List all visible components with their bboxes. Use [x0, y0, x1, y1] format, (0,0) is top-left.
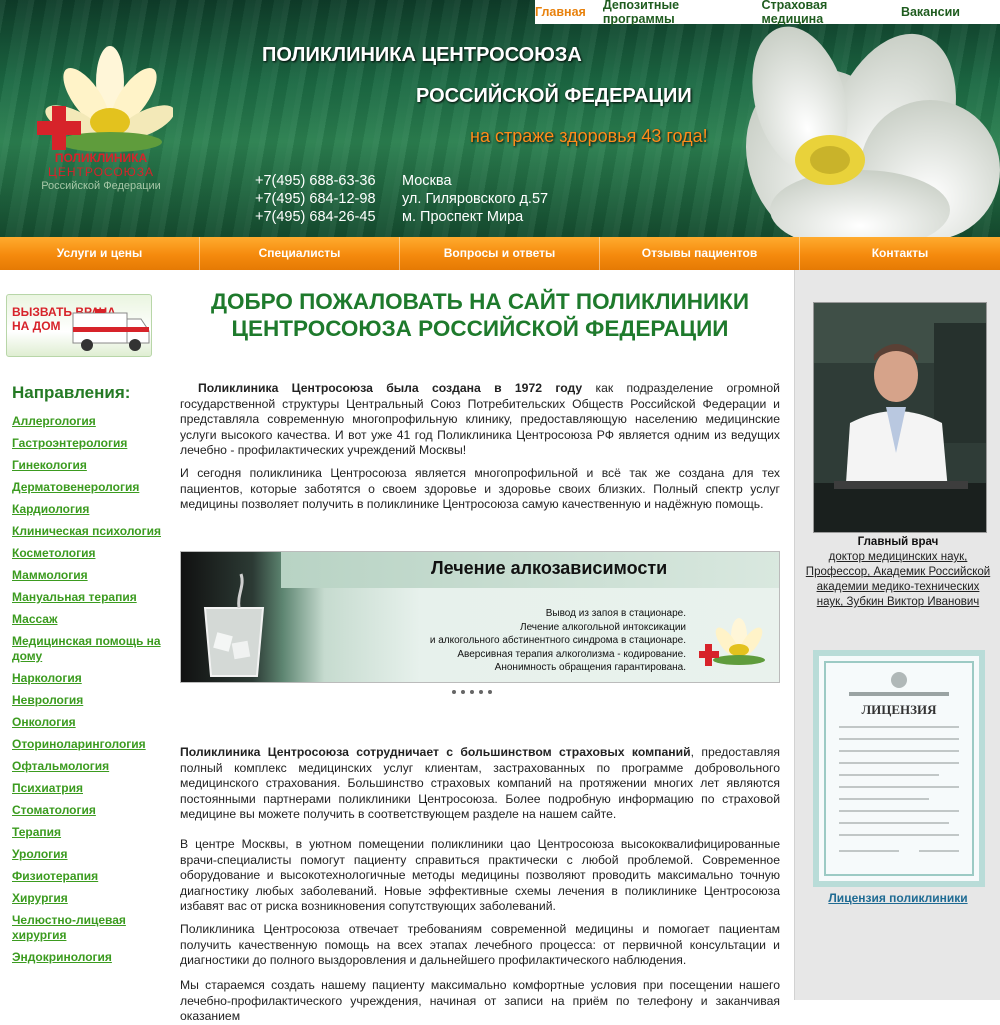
direction-link[interactable]: Дерматовенерология — [12, 480, 162, 495]
direction-link[interactable]: Косметология — [12, 546, 162, 561]
banner-title: Лечение алкозависимости — [431, 558, 668, 578]
lotus-flower-image — [745, 26, 1000, 237]
header-contacts: +7(495) 688-63-36 Москва +7(495) 684-12-… — [255, 172, 548, 226]
ambulance-icon — [72, 309, 150, 351]
directions-list: Аллергология Гастроэнтерология Гинеколог… — [12, 414, 162, 972]
direction-link[interactable]: Наркология — [12, 671, 162, 686]
phone-1: +7(495) 688-63-36 — [255, 173, 376, 189]
direction-link[interactable]: Оториноларингология — [12, 737, 162, 752]
slider-dots — [452, 690, 492, 694]
chief-doctor-heading: Главный врач — [857, 536, 939, 548]
call-doctor-home-banner[interactable]: ВЫЗВАТЬ ВРАЧА НА ДОМ — [6, 294, 152, 357]
slider-dot[interactable] — [461, 690, 465, 694]
logo-line-1: ПОЛИКЛИНИКА — [54, 151, 148, 165]
top-nav-insurance-medicine[interactable]: Страховая медицина — [761, 0, 883, 26]
direction-link[interactable]: Офтальмология — [12, 759, 162, 774]
specialists-paragraph: В центре Москвы, в уютном помещении поли… — [180, 837, 780, 913]
left-sidebar: ВЫЗВАТЬ ВРАЧА НА ДОМ Направления: Аллерг… — [0, 270, 165, 1000]
direction-link[interactable]: Физиотерапия — [12, 869, 162, 884]
nav-specialists[interactable]: Специалисты — [200, 237, 400, 270]
slider-dot[interactable] — [479, 690, 483, 694]
nav-services-prices[interactable]: Услуги и цены — [0, 237, 200, 270]
address-street: ул. Гиляровского д.57 — [402, 191, 549, 207]
license-link[interactable]: Лицензия поликлиники — [795, 891, 1000, 905]
intro-paragraph: Поликлиника Центросоюза была создана в 1… — [180, 381, 780, 459]
direction-link[interactable]: Аллергология — [12, 414, 162, 429]
direction-link[interactable]: Челюстно-лицевая хирургия — [12, 913, 162, 943]
chief-doctor-description[interactable]: доктор медицинских наук, Профессор, Акад… — [805, 550, 991, 610]
main-content: ДОБРО ПОЖАЛОВАТЬ НА САЙТ ПОЛИКЛИНИКИ ЦЕН… — [180, 270, 780, 1023]
slider-dot[interactable] — [488, 690, 492, 694]
license-document-icon: ЛИЦЕНЗИЯ — [819, 656, 979, 881]
chief-doctor-caption: Главный врач доктор медицинских наук, Пр… — [805, 535, 991, 610]
direction-link[interactable]: Клиническая психология — [12, 524, 162, 539]
direction-link[interactable]: Эндокринология — [12, 950, 162, 965]
intro-bold: Поликлиника Центросоюза была создана в 1… — [198, 381, 583, 395]
directions-title: Направления: — [12, 383, 131, 402]
phone-2: +7(495) 684-12-98 — [255, 191, 376, 207]
direction-link[interactable]: Урология — [12, 847, 162, 862]
insurance-paragraph: Поликлиника Центросоюза сотрудничает с б… — [180, 745, 780, 823]
doctor-portrait-icon — [814, 303, 986, 532]
address-metro: м. Проспект Мира — [402, 209, 524, 225]
direction-link[interactable]: Терапия — [12, 825, 162, 840]
right-sidebar: Главный врач доктор медицинских наук, Пр… — [794, 270, 1000, 1000]
banner-line: Лечение алкогольной интоксикации — [520, 621, 686, 633]
insurance-bold: Поликлиника Центросоюза сотрудничает с б… — [180, 745, 691, 759]
banner-lines: Вывод из запоя в стационаре. Лечение алк… — [411, 607, 686, 675]
direction-link[interactable]: Гинекология — [12, 458, 162, 473]
top-nav-vacancies[interactable]: Вакансии — [901, 5, 960, 19]
banner-line: Аверсивная терапия алкоголизма - кодиров… — [457, 648, 686, 660]
address-city: Москва — [402, 173, 452, 189]
alcohol-treatment-banner[interactable]: Лечение алкозависимости Вывод из запоя в… — [180, 551, 780, 683]
direction-link[interactable]: Маммология — [12, 568, 162, 583]
banner-line: и алкогольного абстинентного синдрома в … — [429, 635, 686, 646]
phone-3: +7(495) 684-26-45 — [255, 209, 376, 225]
top-nav-home[interactable]: Главная — [535, 5, 586, 19]
welcome-heading: ДОБРО ПОЖАЛОВАТЬ НА САЙТ ПОЛИКЛИНИКИ ЦЕН… — [210, 289, 750, 341]
banner-line: Анонимность обращения гарантирована. — [494, 662, 686, 673]
nav-questions-answers[interactable]: Вопросы и ответы — [400, 237, 600, 270]
direction-link[interactable]: Неврология — [12, 693, 162, 708]
chief-doctor-photo[interactable] — [813, 302, 987, 533]
license-document-image[interactable]: ЛИЦЕНЗИЯ — [813, 650, 985, 887]
direction-link[interactable]: Хирургия — [12, 891, 162, 906]
site-title-line-2: РОССИЙСКОЙ ФЕДЕРАЦИИ — [416, 85, 692, 107]
site-header: Главная Депозитные программы Страховая м… — [0, 0, 1000, 237]
direction-link[interactable]: Гастроэнтерология — [12, 436, 162, 451]
nav-patient-reviews[interactable]: Отзывы пациентов — [600, 237, 800, 270]
banner-lotus-icon — [699, 618, 765, 666]
direction-link[interactable]: Стоматология — [12, 803, 162, 818]
logo-text: ПОЛИКЛИНИКА ЦЕНТРОСОЮЗА Российской Федер… — [26, 151, 176, 193]
services-paragraph: И сегодня поликлиника Центросоюза являет… — [180, 466, 780, 511]
logo-line-2: ЦЕНТРОСОЮЗА — [47, 165, 155, 179]
direction-link[interactable]: Кардиология — [12, 502, 162, 517]
direction-link[interactable]: Массаж — [12, 612, 162, 627]
requirements-paragraph: Поликлиника Центросоюза отвечает требова… — [180, 922, 780, 967]
site-slogan: на страже здоровья 43 года! — [470, 126, 708, 146]
banner-line: Вывод из запоя в стационаре. — [545, 608, 686, 619]
direction-link[interactable]: Мануальная терапия — [12, 590, 162, 605]
top-navigation: Главная Депозитные программы Страховая м… — [535, 0, 1000, 26]
top-nav-deposit-programs[interactable]: Депозитные программы — [603, 0, 745, 26]
nav-contacts[interactable]: Контакты — [800, 237, 1000, 270]
direction-link[interactable]: Онкология — [12, 715, 162, 730]
license-title: ЛИЦЕНЗИЯ — [861, 702, 937, 717]
direction-link[interactable]: Психиатрия — [12, 781, 162, 796]
slider-dot[interactable] — [470, 690, 474, 694]
direction-link[interactable]: Медицинская помощь на дому — [12, 634, 162, 664]
slider-dot[interactable] — [452, 690, 456, 694]
comfort-paragraph: Мы стараемся создать нашему пациенту мак… — [180, 978, 780, 1023]
glass-icon — [203, 573, 265, 677]
site-title-line-1: ПОЛИКЛИНИКА ЦЕНТРОСОЮЗА — [262, 44, 582, 66]
logo-line-3: Российской Федерации — [41, 180, 161, 192]
main-navigation: Услуги и цены Специалисты Вопросы и отве… — [0, 237, 1000, 270]
